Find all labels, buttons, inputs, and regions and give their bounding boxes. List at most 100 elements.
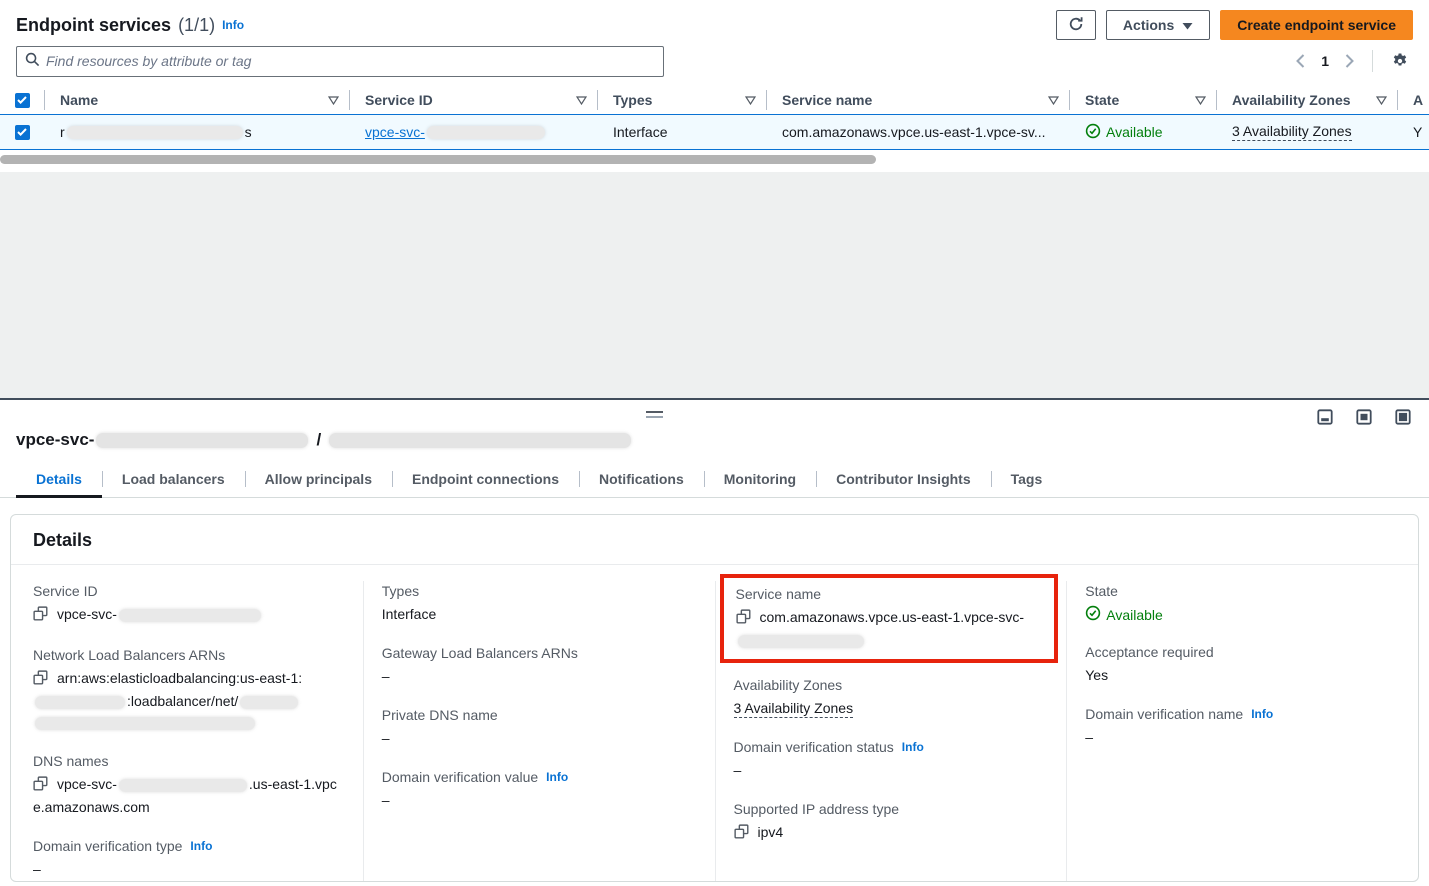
info-link[interactable]: Info <box>1251 704 1273 724</box>
panel-title-service-id: vpce-svc- <box>16 430 94 450</box>
table-controls: 1 <box>0 40 1429 76</box>
info-link[interactable]: Info <box>546 767 568 787</box>
copy-icon[interactable] <box>734 824 749 845</box>
title-info-link[interactable]: Info <box>222 18 244 32</box>
field-private-dns-name: Private DNS name – <box>382 705 695 749</box>
panel-size-controls <box>1315 407 1413 430</box>
cell-types: Interface <box>597 115 766 149</box>
search-box <box>16 46 664 77</box>
info-link[interactable]: Info <box>902 737 924 757</box>
copy-icon[interactable] <box>736 609 751 630</box>
details-card: Details Service ID vpce-svc- Network Loa… <box>10 514 1419 882</box>
page-title: Endpoint services (1/1) Info <box>16 15 244 36</box>
caret-down-icon <box>1182 17 1193 33</box>
prev-page-button[interactable] <box>1292 52 1309 70</box>
field-availability-zones: Availability Zones 3 Availability Zones <box>734 675 1047 719</box>
create-endpoint-service-button[interactable]: Create endpoint service <box>1220 10 1413 40</box>
tab-endpoint-connections[interactable]: Endpoint connections <box>392 463 579 497</box>
resource-count: (1/1) <box>178 15 215 36</box>
service-name-highlight: Service name com.amazonaws.vpce.us-east-… <box>720 574 1059 663</box>
split-panel-drag-handle[interactable] <box>646 411 663 421</box>
cell-state: Available <box>1069 115 1216 149</box>
actions-button-label: Actions <box>1123 17 1174 33</box>
panel-collapse-button[interactable] <box>1315 407 1335 430</box>
field-domain-verification-type: Domain verification typeInfo – <box>33 836 343 880</box>
filter-icon[interactable] <box>745 92 756 108</box>
info-link[interactable]: Info <box>190 836 212 856</box>
endpoint-services-table: Name Service ID Types Service name State… <box>0 86 1429 164</box>
refresh-icon <box>1068 16 1084 35</box>
panel-full-icon <box>1395 413 1411 428</box>
page-number[interactable]: 1 <box>1319 53 1331 69</box>
filter-icon[interactable] <box>328 92 339 108</box>
field-acceptance-required: Acceptance required Yes <box>1085 642 1398 686</box>
next-page-button[interactable] <box>1341 52 1358 70</box>
details-column-1: Service ID vpce-svc- Network Load Balanc… <box>11 581 363 882</box>
panel-bottom-icon <box>1317 413 1333 428</box>
refresh-button[interactable] <box>1056 10 1096 40</box>
service-id-link[interactable]: vpce-svc- <box>365 124 547 140</box>
tab-contributor-insights[interactable]: Contributor Insights <box>816 463 991 497</box>
select-all-checkbox[interactable] <box>15 93 30 108</box>
details-column-4: State Available Acceptance required Yes … <box>1066 581 1418 882</box>
copy-icon[interactable] <box>33 606 48 627</box>
field-dns-names: DNS names vpce-svc-.us-east-1.vpce.amazo… <box>33 751 343 818</box>
horizontal-scrollbar[interactable] <box>0 155 876 164</box>
detail-split-panel: vpce-svc- / Details Load balancers Allow… <box>0 398 1429 886</box>
field-service-id: Service ID vpce-svc- <box>33 581 343 627</box>
panel-title: vpce-svc- / <box>0 400 1429 450</box>
column-header-types[interactable]: Types <box>597 86 766 114</box>
page-header: Endpoint services (1/1) Info Actions Cre… <box>0 0 1429 40</box>
field-domain-verification-value: Domain verification valueInfo – <box>382 767 695 811</box>
tab-notifications[interactable]: Notifications <box>579 463 704 497</box>
copy-icon[interactable] <box>33 670 48 691</box>
details-column-2: Types Interface Gateway Load Balancers A… <box>363 581 715 882</box>
field-supported-ip-type: Supported IP address type ipv4 <box>734 799 1047 845</box>
tab-allow-principals[interactable]: Allow principals <box>245 463 392 497</box>
column-header-acceptance[interactable]: A <box>1397 86 1429 114</box>
column-header-service-name[interactable]: Service name <box>766 86 1069 114</box>
details-column-3: Service name com.amazonaws.vpce.us-east-… <box>715 581 1067 882</box>
tab-monitoring[interactable]: Monitoring <box>704 463 816 497</box>
pagination: 1 <box>1292 50 1413 72</box>
divider <box>1372 50 1373 72</box>
tab-load-balancers[interactable]: Load balancers <box>102 463 245 497</box>
tab-details[interactable]: Details <box>16 463 102 498</box>
field-domain-verification-name: Domain verification nameInfo – <box>1085 704 1398 748</box>
column-header-service-id[interactable]: Service ID <box>349 86 597 114</box>
panel-half-button[interactable] <box>1354 407 1374 430</box>
search-input[interactable] <box>46 53 655 69</box>
availability-zones-popover[interactable]: 3 Availability Zones <box>1232 123 1352 141</box>
filter-icon[interactable] <box>1048 92 1059 108</box>
column-header-state[interactable]: State <box>1069 86 1216 114</box>
panel-tabs: Details Load balancers Allow principals … <box>0 463 1429 498</box>
column-header-name[interactable]: Name <box>44 86 349 114</box>
filter-icon[interactable] <box>576 92 587 108</box>
field-domain-verification-status: Domain verification statusInfo – <box>734 737 1047 781</box>
table-row[interactable]: rs vpce-svc- Interface com.amazonaws.vpc… <box>0 114 1429 150</box>
search-icon <box>25 52 40 70</box>
field-service-name: Service name com.amazonaws.vpce.us-east-… <box>736 584 1045 651</box>
actions-button[interactable]: Actions <box>1106 10 1210 40</box>
endpoint-services-page: Endpoint services (1/1) Info Actions Cre… <box>0 0 1429 886</box>
table-scrollbar-track <box>0 155 1429 164</box>
column-header-availability-zones[interactable]: Availability Zones <box>1216 86 1397 114</box>
field-types: Types Interface <box>382 581 695 625</box>
status-available-icon <box>1085 123 1101 142</box>
filter-icon[interactable] <box>1376 92 1387 108</box>
panel-half-icon <box>1356 413 1372 428</box>
cell-name: rs <box>44 115 349 149</box>
copy-icon[interactable] <box>33 776 48 797</box>
row-checkbox[interactable] <box>15 125 30 140</box>
field-state: State Available <box>1085 581 1398 624</box>
tab-tags[interactable]: Tags <box>991 463 1063 497</box>
field-gateway-lb-arns: Gateway Load Balancers ARNs – <box>382 643 695 687</box>
table-header-row: Name Service ID Types Service name State… <box>0 86 1429 114</box>
status-available-icon <box>1085 605 1101 624</box>
filter-icon[interactable] <box>1195 92 1206 108</box>
settings-button[interactable] <box>1387 50 1413 72</box>
page-title-text: Endpoint services <box>16 15 171 36</box>
details-heading: Details <box>11 515 1418 565</box>
panel-full-button[interactable] <box>1393 407 1413 430</box>
availability-zones-popover[interactable]: 3 Availability Zones <box>734 700 854 718</box>
